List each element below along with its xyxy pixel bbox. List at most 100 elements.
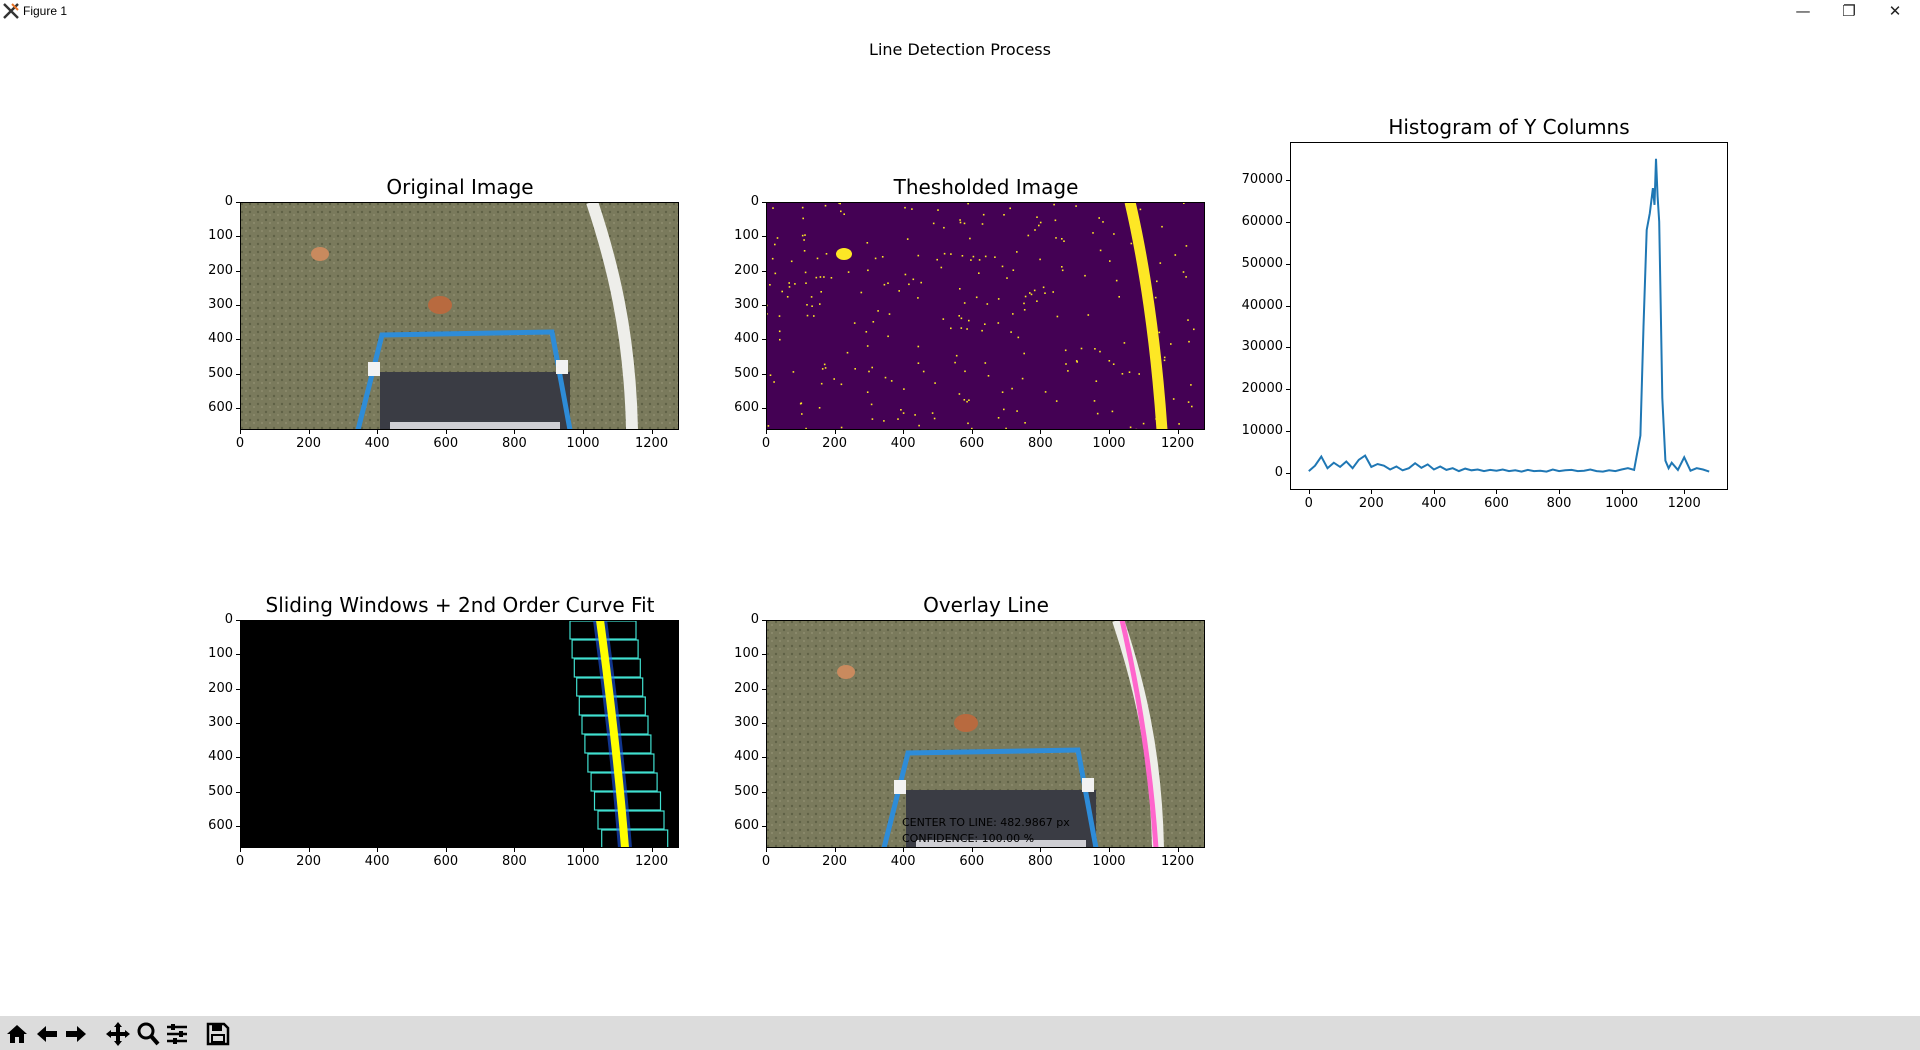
threshold-image-plot (766, 202, 1205, 430)
y-tick-label: 600 (208, 818, 233, 834)
x-tick-label: 600 (433, 854, 459, 869)
configure-subplots-icon[interactable] (163, 1020, 191, 1048)
y-tick-mark (236, 270, 240, 272)
y-tick-mark (1286, 389, 1290, 391)
threshold-image-axes[interactable] (766, 202, 1205, 430)
histogram-title: Histogram of Y Columns (1388, 115, 1630, 139)
sliding-windows-axes[interactable] (240, 620, 679, 848)
original-image-axes[interactable] (240, 202, 679, 430)
app-icon (3, 3, 19, 19)
x-tick-label: 0 (761, 436, 771, 451)
y-tick-label: 200 (734, 680, 759, 696)
zoom-icon[interactable] (134, 1020, 162, 1048)
y-tick-label: 100 (208, 646, 233, 662)
x-tick-mark (834, 430, 836, 434)
close-button[interactable]: ✕ (1872, 0, 1918, 24)
window-titlebar: Figure 1 — ❐ ✕ (0, 0, 1920, 24)
y-tick-mark (1286, 347, 1290, 349)
x-tick-label: 200 (296, 436, 321, 451)
x-tick-mark (1433, 490, 1435, 494)
x-tick-mark (766, 848, 767, 852)
y-tick-mark (236, 757, 240, 759)
navigation-toolbar (0, 1016, 1920, 1050)
x-tick-label: 200 (822, 436, 847, 451)
y-tick-label: 0 (224, 194, 233, 209)
y-tick-label: 300 (208, 715, 233, 730)
y-tick-label: 200 (734, 262, 759, 278)
histogram-series-line (1308, 158, 1710, 473)
x-tick-label: 1200 (1161, 436, 1195, 451)
x-tick-label: 1000 (566, 854, 600, 869)
x-tick-label: 1200 (635, 436, 669, 451)
x-tick-label: 1000 (566, 436, 600, 451)
x-tick-label: 400 (1421, 496, 1447, 511)
overlay-line-photo (766, 620, 1205, 848)
y-tick-mark (1286, 473, 1290, 475)
y-tick-label: 400 (734, 749, 759, 765)
forward-icon[interactable] (62, 1020, 90, 1048)
x-tick-mark (903, 430, 905, 434)
x-tick-label: 600 (433, 436, 459, 451)
y-tick-label: 500 (208, 365, 233, 381)
x-tick-label: 1000 (1092, 436, 1126, 451)
y-tick-mark (236, 236, 240, 238)
x-tick-label: 0 (761, 854, 771, 869)
x-tick-label: 400 (890, 854, 916, 869)
x-tick-mark (971, 848, 973, 852)
y-tick-label: 600 (734, 400, 759, 416)
y-tick-mark (762, 202, 766, 203)
x-tick-mark (445, 848, 447, 852)
x-tick-label: 600 (959, 436, 985, 451)
restore-button[interactable]: ❐ (1826, 0, 1872, 24)
y-tick-label: 0 (750, 194, 759, 209)
y-tick-mark (762, 757, 766, 759)
y-tick-mark (762, 826, 766, 828)
x-tick-label: 1200 (1667, 496, 1701, 511)
x-tick-mark (308, 848, 310, 852)
x-tick-label: 1200 (1161, 854, 1195, 869)
y-tick-mark (762, 408, 766, 410)
x-tick-mark (308, 430, 310, 434)
y-tick-label: 200 (208, 680, 233, 696)
x-tick-mark (903, 848, 905, 852)
x-tick-label: 200 (822, 854, 847, 869)
y-tick-label: 20000 (1241, 381, 1283, 397)
y-tick-label: 500 (208, 783, 233, 799)
x-tick-label: 1000 (1605, 496, 1639, 511)
overlay-line-axes[interactable]: CENTER TO LINE: 482.9867 px CONFIDENCE: … (766, 620, 1205, 848)
x-tick-mark (445, 430, 447, 434)
y-tick-label: 100 (734, 646, 759, 662)
y-tick-label: 50000 (1241, 255, 1283, 271)
x-tick-label: 1000 (1092, 854, 1126, 869)
pan-icon[interactable] (104, 1020, 132, 1048)
x-tick-mark (834, 848, 836, 852)
home-icon[interactable] (3, 1020, 31, 1048)
y-tick-mark (762, 723, 766, 724)
x-tick-label: 400 (364, 854, 390, 869)
y-tick-mark (762, 620, 766, 621)
y-tick-label: 500 (734, 365, 759, 381)
y-tick-mark (236, 688, 240, 690)
minimize-button[interactable]: — (1780, 0, 1826, 24)
figure-suptitle: Line Detection Process (869, 40, 1051, 59)
x-tick-label: 0 (235, 854, 245, 869)
x-tick-label: 800 (1027, 854, 1053, 869)
back-icon[interactable] (33, 1020, 61, 1048)
y-tick-mark (762, 373, 766, 375)
y-tick-label: 30000 (1241, 339, 1283, 355)
y-tick-mark (236, 826, 240, 828)
y-tick-mark (762, 688, 766, 690)
x-tick-mark (514, 430, 516, 434)
x-tick-mark (651, 430, 653, 434)
x-tick-label: 0 (1304, 496, 1313, 511)
y-tick-label: 500 (734, 783, 759, 799)
original-image-photo (240, 202, 679, 430)
y-tick-mark (1286, 263, 1290, 265)
overlay-line-title: Overlay Line (923, 593, 1049, 617)
center-to-line-text: CENTER TO LINE: 482.9867 px (902, 816, 1070, 829)
y-tick-label: 300 (734, 297, 759, 312)
y-tick-mark (1286, 305, 1290, 307)
histogram-axes[interactable] (1290, 142, 1728, 490)
save-icon[interactable] (204, 1020, 232, 1048)
x-tick-label: 800 (1027, 436, 1053, 451)
